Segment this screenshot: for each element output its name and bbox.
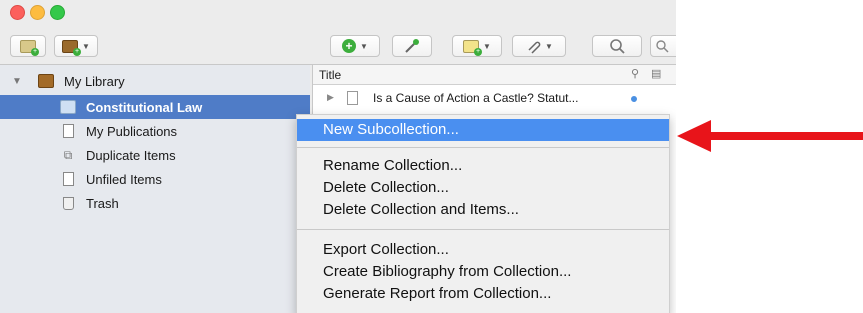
menu-item-generate-report[interactable]: Generate Report from Collection... (297, 283, 669, 305)
sidebar-item-duplicate-items[interactable]: ⧉ Duplicate Items (0, 143, 310, 167)
sidebar-item-label: My Library (64, 73, 125, 89)
item-title: Is a Cause of Action a Castle? Statut... (373, 91, 579, 105)
minimize-window-button[interactable] (30, 5, 45, 20)
unread-dot-icon (631, 96, 637, 102)
chevron-down-icon: ▼ (545, 41, 553, 51)
sidebar-item-label: Constitutional Law (86, 99, 203, 115)
column-picker-icon[interactable]: ▤ (651, 67, 661, 80)
new-note-icon: + (463, 39, 483, 56)
table-row[interactable]: ▶ Is a Cause of Action a Castle? Statut.… (313, 87, 676, 109)
add-attachment-button[interactable]: ▼ (512, 35, 566, 57)
menu-item-new-subcollection[interactable]: New Subcollection... (297, 119, 669, 141)
new-library-button[interactable]: + ▼ (54, 35, 98, 57)
zotero-window: + + ▼ + ▼ + ▼ ▼ ▼ My Library Constitutio… (0, 0, 676, 313)
trash-icon (60, 196, 76, 210)
menu-separator (297, 229, 669, 230)
menu-item-label: New Subcollection... (323, 121, 459, 138)
collections-pane: ▼ My Library Constitutional Law My Publi… (0, 65, 310, 313)
search-icon (610, 39, 625, 54)
menu-item-label: Delete Collection... (323, 179, 449, 196)
menu-item-label: Generate Report from Collection... (323, 285, 552, 302)
search-field[interactable] (650, 35, 676, 57)
sidebar-item-label: Duplicate Items (86, 147, 176, 163)
menu-item-label: Create Bibliography from Collection... (323, 263, 572, 280)
attachment-icon (528, 41, 541, 54)
menu-item-label: Delete Collection and Items... (323, 201, 519, 218)
zoom-window-button[interactable] (50, 5, 65, 20)
journal-article-icon (347, 91, 358, 105)
chevron-down-icon: ▼ (483, 41, 491, 51)
close-window-button[interactable] (10, 5, 25, 20)
attachment-icon: ⚲ (631, 68, 640, 80)
new-note-button[interactable]: + ▼ (452, 35, 502, 57)
new-library-icon: + (62, 39, 82, 56)
search-icon (656, 40, 669, 53)
folder-icon (60, 100, 76, 114)
advanced-search-button[interactable] (592, 35, 642, 57)
disclosure-triangle-icon[interactable]: ▶ (327, 92, 334, 103)
menu-separator (297, 147, 669, 148)
context-menu: New Subcollection... Rename Collection..… (296, 114, 670, 313)
library-icon (38, 74, 54, 88)
menu-item-delete-collection-and-items[interactable]: Delete Collection and Items... (297, 199, 669, 221)
menu-item-label: Rename Collection... (323, 157, 463, 174)
menu-item-rename-collection[interactable]: Rename Collection... (297, 155, 669, 177)
menu-item-export-collection[interactable]: Export Collection... (297, 239, 669, 261)
document-icon (60, 124, 76, 138)
column-header[interactable]: Title ⚲ ▤ (313, 65, 676, 85)
title-bar (0, 0, 676, 30)
new-item-button[interactable]: + ▼ (330, 35, 380, 57)
sidebar-item-unfiled-items[interactable]: Unfiled Items (0, 167, 310, 191)
new-item-icon: + (342, 39, 357, 53)
menu-item-delete-collection[interactable]: Delete Collection... (297, 177, 669, 199)
magic-wand-icon (405, 39, 419, 53)
sidebar-item-label: Trash (86, 195, 119, 211)
menu-item-label: Export Collection... (323, 241, 449, 258)
sidebar-item-trash[interactable]: Trash (0, 191, 310, 215)
duplicate-icon: ⧉ (63, 147, 73, 162)
chevron-down-icon: ▼ (82, 41, 90, 51)
unfiled-icon (60, 172, 76, 186)
new-collection-icon: + (20, 39, 39, 56)
sidebar-item-constitutional-law[interactable]: Constitutional Law (0, 95, 310, 119)
add-by-identifier-button[interactable] (392, 35, 432, 57)
chevron-down-icon: ▼ (360, 41, 368, 51)
menu-item-create-bibliography[interactable]: Create Bibliography from Collection... (297, 261, 669, 283)
annotation-arrow-icon (677, 120, 863, 152)
sidebar-item-my-library[interactable]: ▼ My Library (0, 69, 310, 93)
disclosure-triangle-icon[interactable]: ▼ (12, 76, 22, 87)
sidebar-item-label: Unfiled Items (86, 171, 162, 187)
sidebar-item-label: My Publications (86, 123, 178, 139)
new-collection-button[interactable]: + (10, 35, 46, 57)
title-column-header[interactable]: Title (319, 68, 341, 82)
sidebar-item-my-publications[interactable]: My Publications (0, 119, 310, 143)
toolbar: + + ▼ + ▼ + ▼ ▼ (0, 30, 676, 65)
